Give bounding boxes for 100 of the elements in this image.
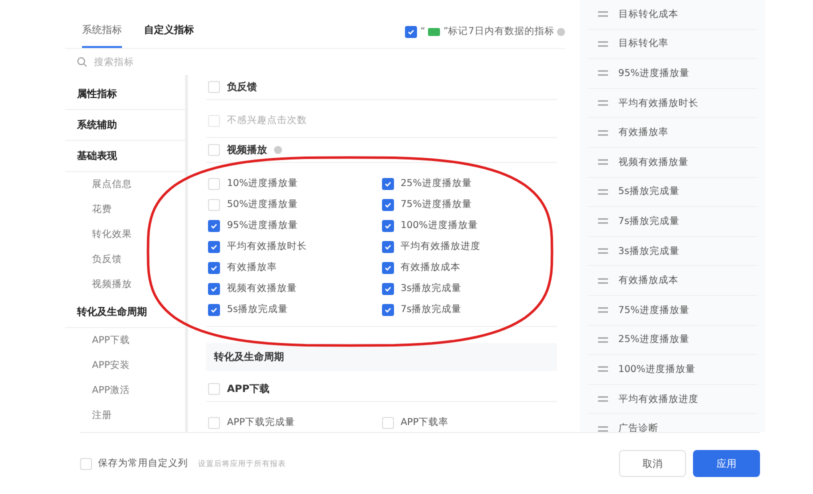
nav-group[interactable]: 转化及生命周期 [65, 297, 185, 328]
metric-label: 75%进度播放量 [400, 198, 472, 211]
check-icon [384, 264, 392, 272]
drag-handle-icon[interactable] [598, 336, 608, 343]
check-icon [210, 306, 218, 314]
checkbox[interactable] [382, 304, 394, 316]
checkbox[interactable] [382, 178, 394, 190]
metric-label: 3s播放完成量 [400, 282, 462, 295]
nav-item[interactable]: 负反馈 [65, 247, 185, 272]
check-icon [384, 242, 392, 250]
metric-label: 视频有效播放量 [227, 282, 297, 295]
metric-label: 平均有效播放进度 [400, 240, 481, 253]
drag-handle-icon[interactable] [598, 366, 608, 372]
checkbox[interactable] [208, 220, 220, 232]
column-label: 有效播放率 [618, 126, 668, 140]
checkbox[interactable] [208, 282, 220, 294]
help-icon[interactable] [274, 146, 282, 154]
tab[interactable]: 自定义指标 [144, 23, 194, 48]
drag-handle-icon[interactable] [598, 426, 608, 432]
search-field[interactable]: 搜索指标 [92, 56, 216, 68]
column-label: 25%进度播放量 [618, 333, 690, 346]
checkbox[interactable] [208, 304, 220, 316]
quote-mark: “ [420, 26, 426, 37]
search-icon [77, 57, 87, 67]
checkbox[interactable] [382, 262, 394, 274]
column-label: 3s播放完成量 [618, 244, 680, 258]
section-header: 转化及生命周期 [206, 343, 558, 371]
help-icon[interactable] [557, 28, 566, 36]
metric-label: 25%进度播放量 [400, 177, 472, 190]
nav-item[interactable]: APP下载 [65, 328, 185, 353]
column-label: 目标转化成本 [618, 8, 678, 21]
drag-handle-icon[interactable] [598, 11, 608, 18]
metric-label: 有效播放率 [227, 261, 277, 274]
nav-item[interactable]: APP激活 [65, 378, 185, 403]
checkbox[interactable] [208, 262, 220, 274]
checkbox[interactable] [208, 240, 220, 252]
check-icon [384, 222, 392, 230]
drag-handle-icon[interactable] [598, 159, 608, 166]
group-label: 视频播放 [227, 144, 267, 157]
metric-label: 100%进度播放量 [400, 219, 478, 232]
column-label: 100%进度播放量 [618, 362, 696, 376]
nav-group[interactable]: 属性指标 [65, 79, 185, 110]
checkbox[interactable] [382, 198, 394, 210]
drag-handle-icon[interactable] [598, 307, 608, 314]
nav-item[interactable]: 展点信息 [65, 172, 185, 197]
check-icon [384, 200, 392, 208]
check-icon [384, 180, 392, 188]
check-icon [210, 242, 218, 250]
metric-label: 95%进度播放量 [227, 219, 298, 232]
drag-handle-icon[interactable] [598, 278, 608, 284]
metric-label: 不感兴趣点击次数 [227, 114, 307, 127]
metric-label: 平均有效播放时长 [227, 240, 307, 253]
drag-handle-icon[interactable] [598, 248, 608, 254]
drag-handle-icon[interactable] [598, 130, 608, 136]
column-label: 平均有效播放时长 [618, 96, 698, 110]
column-label: 视频有效播放量 [618, 156, 688, 169]
column-label: 95%进度播放量 [618, 66, 690, 80]
nav-group[interactable]: 基础表现 [65, 141, 185, 172]
metric-label: APP下载率 [400, 416, 449, 429]
nav-item[interactable]: 转化效果 [65, 222, 185, 247]
drag-handle-icon[interactable] [598, 396, 608, 402]
drag-handle-icon[interactable] [598, 188, 608, 195]
metric-label: 有效播放成本 [400, 261, 461, 274]
column-label: 目标转化率 [618, 37, 668, 50]
drag-handle-icon[interactable] [598, 70, 608, 76]
check-icon [210, 264, 218, 272]
data-tag-icon [428, 28, 440, 36]
drag-handle-icon[interactable] [598, 100, 608, 106]
cancel-button[interactable]: 取消 [619, 450, 686, 477]
apply-button[interactable]: 应用 [693, 450, 760, 477]
column-label: 5s播放完成量 [618, 185, 680, 198]
drag-handle-icon[interactable] [598, 218, 608, 224]
checkbox[interactable] [382, 220, 394, 232]
nav-group[interactable]: 系统辅助 [65, 110, 185, 141]
column-label: 平均有效播放进度 [618, 392, 698, 406]
column-label: 有效播放成本 [618, 274, 678, 288]
checkbox[interactable] [382, 282, 394, 294]
nav-item[interactable]: 视频播放 [65, 272, 185, 297]
tab[interactable]: 系统指标 [82, 23, 122, 48]
checkbox[interactable] [405, 26, 418, 38]
nav-item[interactable]: APP安装 [65, 353, 185, 378]
nav-item[interactable]: 花费 [65, 197, 185, 222]
metric-label: APP下载完成量 [227, 416, 295, 429]
nav-item[interactable]: 注册 [65, 403, 185, 428]
group-label: 负反馈 [227, 80, 257, 94]
check-icon [210, 284, 218, 292]
option-label: ”标记7日内有数据的指标 [443, 25, 554, 38]
checkbox[interactable] [382, 240, 394, 252]
option-label: 保存为常用自定义列 [98, 457, 188, 470]
column-label: 75%进度播放量 [618, 304, 690, 317]
column-label: 7s播放完成量 [618, 214, 680, 228]
drag-handle-icon[interactable] [598, 40, 608, 47]
group-label: APP下载 [227, 382, 270, 396]
check-icon [210, 222, 218, 230]
check-icon [407, 28, 416, 36]
check-icon [384, 306, 392, 314]
metric-label: 7s播放完成量 [400, 303, 462, 316]
metric-label: 5s播放完成量 [227, 303, 288, 316]
check-icon [384, 284, 392, 292]
metric-label: 50%进度播放量 [227, 198, 298, 211]
